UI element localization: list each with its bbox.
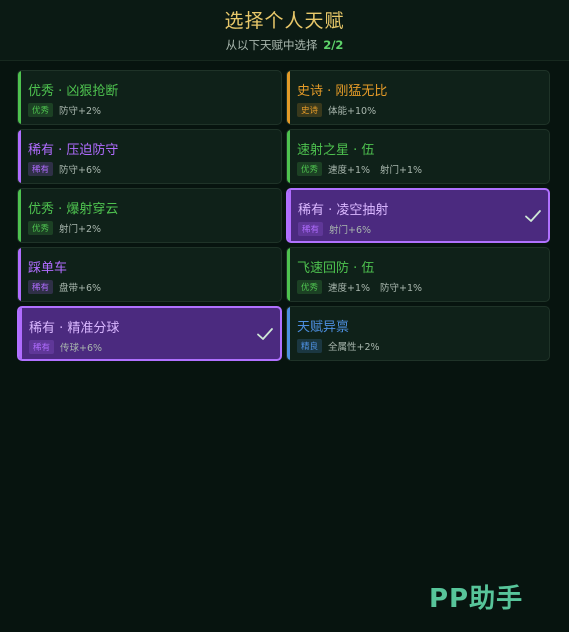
- stat-bonus: 速度+1%: [328, 283, 371, 294]
- talent-card[interactable]: 史诗 · 刚猛无比 史诗 体能+10%: [286, 70, 550, 125]
- selection-count: 2/2: [323, 38, 344, 52]
- talent-name: 飞速回防 · 伍: [297, 261, 375, 276]
- page-title: 选择个人天赋: [224, 10, 345, 32]
- talent-name: 稀有 · 精准分球: [29, 321, 120, 336]
- stat-bonus: 防守+2%: [59, 106, 102, 117]
- talent-stats-row: 稀有 盘带+6%: [28, 280, 111, 294]
- talent-name: 速射之星 · 伍: [297, 143, 375, 158]
- rarity-tag: 稀有: [28, 162, 54, 176]
- talent-stats-row: 优秀 速度+1% 防守+1%: [297, 280, 432, 294]
- rarity-bar: [287, 248, 290, 301]
- talent-card[interactable]: 速射之星 · 伍优秀 速度+1% 射门+1%: [286, 129, 550, 184]
- talent-name: 稀有 · 凌空抽射: [298, 203, 389, 218]
- talent-stats-row: 优秀 防守+2%: [28, 103, 111, 117]
- rarity-bar: [18, 248, 21, 301]
- talent-stats-row: 精良 全属性+2%: [297, 339, 390, 353]
- watermark-logo: PP助手: [429, 584, 524, 614]
- rarity-tag: 稀有: [28, 280, 54, 294]
- rarity-bar: [19, 308, 22, 359]
- checkmark-icon: [525, 210, 541, 222]
- talent-name: 优秀 · 爆射穿云: [28, 202, 119, 217]
- talent-card[interactable]: 天赋异禀精良 全属性+2%: [286, 306, 550, 361]
- rarity-bar: [287, 71, 290, 124]
- talent-stats-row: 稀有 射门+6%: [298, 222, 381, 236]
- talent-card[interactable]: 稀有 · 压迫防守 稀有 防守+6%: [17, 129, 282, 184]
- stat-bonus: 全属性+2%: [328, 342, 380, 353]
- rarity-tag: 稀有: [298, 222, 324, 236]
- subtitle-text: 从以下天赋中选择: [225, 38, 318, 52]
- stat-bonus: 防守+6%: [59, 165, 102, 176]
- talent-stats-row: 优秀 速度+1% 射门+1%: [297, 162, 432, 176]
- talent-stats-row: 史诗 体能+10%: [297, 103, 386, 117]
- selection-subtitle: 从以下天赋中选择 2/2: [0, 37, 569, 53]
- talent-card[interactable]: 优秀 · 爆射穿云 优秀 射门+2%: [17, 188, 282, 243]
- rarity-bar: [287, 307, 290, 360]
- stat-bonus: 射门+1%: [380, 165, 423, 176]
- talent-card[interactable]: 飞速回防 · 伍优秀 速度+1% 防守+1%: [286, 247, 550, 302]
- talent-stats-row: 优秀 射门+2%: [28, 221, 111, 235]
- rarity-tag: 优秀: [28, 221, 54, 235]
- rarity-tag: 优秀: [28, 103, 54, 117]
- rarity-bar: [288, 190, 291, 241]
- header: 选择个人天赋 从以下天赋中选择 2/2: [0, 0, 569, 61]
- talent-grid: 优秀 · 凶狠抢断 优秀 防守+2% 史诗 · 刚猛无比 史诗 体能+10% 稀有 · 压迫…: [17, 70, 550, 361]
- rarity-tag: 稀有: [29, 340, 55, 354]
- stat-bonus: 速度+1%: [328, 165, 371, 176]
- rarity-bar: [18, 71, 21, 124]
- rarity-tag: 史诗: [297, 103, 323, 117]
- stat-bonus: 射门+6%: [329, 225, 372, 236]
- rarity-tag: 优秀: [297, 280, 323, 294]
- talent-name: 史诗 · 刚猛无比: [297, 84, 388, 99]
- checkmark-icon: [257, 328, 273, 340]
- stat-bonus: 射门+2%: [59, 224, 102, 235]
- stat-bonus: 盘带+6%: [59, 283, 102, 294]
- talent-name: 优秀 · 凶狠抢断: [28, 84, 119, 99]
- talent-name: 稀有 · 压迫防守: [28, 143, 119, 158]
- rarity-bar: [18, 189, 21, 242]
- talent-card[interactable]: 优秀 · 凶狠抢断 优秀 防守+2%: [17, 70, 282, 125]
- talent-name: 踩单车: [28, 261, 68, 276]
- talent-card[interactable]: 稀有 · 精准分球 稀有 传球+6%: [17, 306, 282, 361]
- talent-name: 天赋异禀: [297, 320, 350, 335]
- rarity-bar: [18, 130, 21, 183]
- stat-bonus: 防守+1%: [380, 283, 423, 294]
- rarity-bar: [287, 130, 290, 183]
- stat-bonus: 体能+10%: [328, 106, 377, 117]
- talent-card[interactable]: 稀有 · 凌空抽射 稀有 射门+6%: [286, 188, 550, 243]
- talent-stats-row: 稀有 传球+6%: [29, 340, 112, 354]
- talent-card[interactable]: 踩单车稀有 盘带+6%: [17, 247, 282, 302]
- rarity-tag: 优秀: [297, 162, 323, 176]
- rarity-tag: 精良: [297, 339, 323, 353]
- stat-bonus: 传球+6%: [60, 343, 103, 354]
- talent-stats-row: 稀有 防守+6%: [28, 162, 111, 176]
